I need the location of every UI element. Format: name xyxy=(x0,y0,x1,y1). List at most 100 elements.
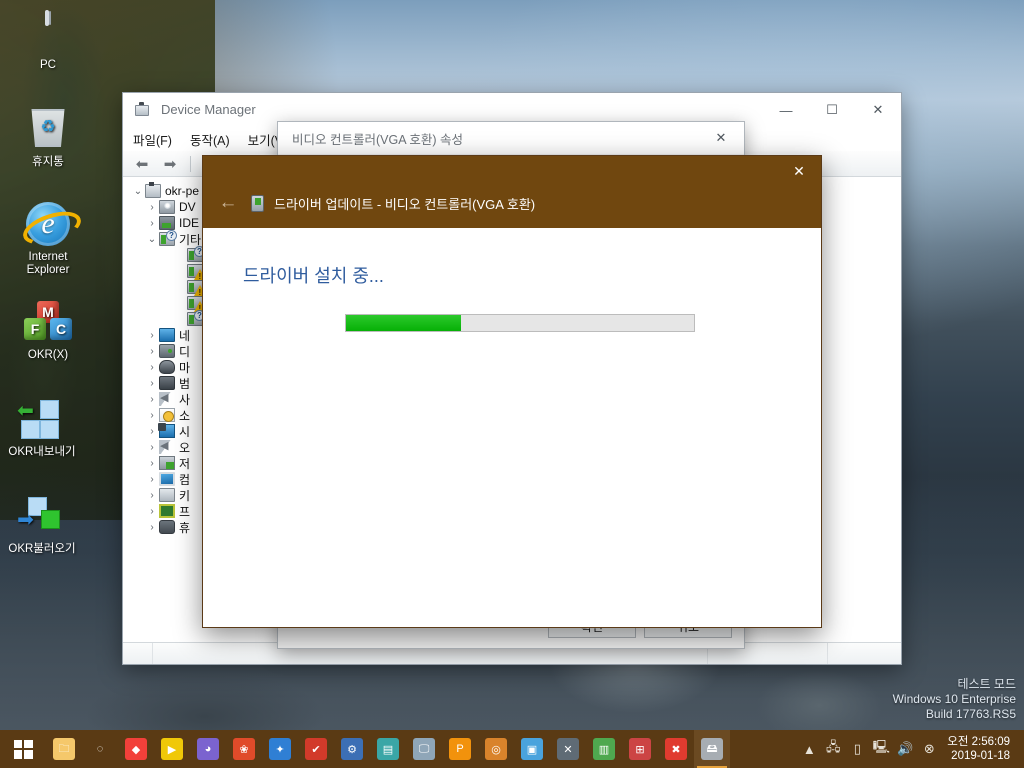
taskbar-item-backup-tool[interactable]: ▣ xyxy=(514,730,550,768)
taskbar-item-potplayer[interactable]: ▶ xyxy=(154,730,190,768)
toolbar-separator xyxy=(190,155,191,172)
chevron-right-icon[interactable]: › xyxy=(145,394,159,405)
minimize-button[interactable]: — xyxy=(763,93,809,127)
chevron-right-icon[interactable]: › xyxy=(145,346,159,357)
taskbar-item-device-manager[interactable]: 🖴 xyxy=(694,730,730,768)
chevron-right-icon[interactable]: › xyxy=(145,458,159,469)
chevron-right-icon[interactable]: › xyxy=(145,426,159,437)
chevron-down-icon[interactable]: ⌄ xyxy=(145,234,159,245)
wizard-content: 드라이버 설치 중... xyxy=(203,228,821,627)
network-icon[interactable]: 🖧 xyxy=(821,730,845,768)
wizard-heading: 드라이버 설치 중... xyxy=(243,266,384,286)
chevron-right-icon[interactable]: › xyxy=(145,378,159,389)
taskbar-item-partition-tool[interactable]: P xyxy=(442,730,478,768)
volume-icon[interactable]: 🔊 xyxy=(893,730,917,768)
chevron-right-icon[interactable]: › xyxy=(145,362,159,373)
desktop-icon-okr-export[interactable]: ⬅ OKR내보내기 xyxy=(0,395,84,459)
chevron-down-icon[interactable]: ⌄ xyxy=(131,186,145,197)
taskbar-item-cortana[interactable]: ◌ xyxy=(82,730,118,768)
chevron-right-icon[interactable]: › xyxy=(145,506,159,517)
taskbar-item-cd-tool[interactable]: ◎ xyxy=(478,730,514,768)
hid-icon xyxy=(159,520,175,534)
status-segment xyxy=(828,643,901,664)
taskbar-item-settings-tool[interactable]: ✕ xyxy=(550,730,586,768)
taskbar-item-script-tool[interactable]: ▥ xyxy=(586,730,622,768)
taskbar-item-acronis[interactable]: ✔ xyxy=(298,730,334,768)
close-button[interactable]: ✕ xyxy=(855,93,901,127)
chevron-right-icon[interactable]: › xyxy=(145,218,159,229)
mouse-icon xyxy=(159,360,175,374)
taskbar-item-notepad-tool[interactable]: ▤ xyxy=(370,730,406,768)
desktop-icon-okr-import[interactable]: ➡ OKR불러오기 xyxy=(0,492,84,556)
driver-update-wizard: ✕ ← 드라이버 업데이트 - 비디오 컨트롤러(VGA 호환) 드라이버 설치… xyxy=(202,155,822,628)
chevron-right-icon[interactable]: › xyxy=(145,522,159,533)
everything-icon: ◆ xyxy=(125,738,147,760)
forward-button[interactable]: ➡ xyxy=(159,154,181,174)
desktop-icon-internet-explorer[interactable]: Internet Explorer xyxy=(6,200,90,277)
window-title: Device Manager xyxy=(161,102,256,117)
taskbar-item-close-tool[interactable]: ✖ xyxy=(658,730,694,768)
taskbar-item-monitor-tool[interactable]: 🖵 xyxy=(406,730,442,768)
question-badge-icon: ? xyxy=(166,230,177,241)
properties-dialog-title: 비디오 컨트롤러(VGA 호환) 속성 xyxy=(292,132,463,147)
tree-node-label: 사 xyxy=(179,392,191,407)
taskbar-item-file-explorer[interactable]: 🗀 xyxy=(46,730,82,768)
device-icon xyxy=(251,194,264,212)
desktop-icon-pc[interactable]: PC xyxy=(6,8,90,72)
start-button[interactable] xyxy=(0,730,46,768)
back-button[interactable]: ⬅ xyxy=(131,154,153,174)
dev-icon xyxy=(187,264,206,281)
taskbar-item-ghost-explorer[interactable]: ✦ xyxy=(262,730,298,768)
taskbar-item-everything[interactable]: ◆ xyxy=(118,730,154,768)
ide-icon xyxy=(159,216,175,230)
chevron-right-icon[interactable]: › xyxy=(145,410,159,421)
potplayer-icon: ▶ xyxy=(161,738,183,760)
menu-action[interactable]: 동작(A) xyxy=(190,130,230,149)
menu-file[interactable]: 파일(F) xyxy=(133,130,172,149)
wizard-close-button[interactable]: ✕ xyxy=(777,156,821,186)
properties-close-button[interactable]: ✕ xyxy=(698,122,744,154)
taskbar-item-windows-tool[interactable]: ⊞ xyxy=(622,730,658,768)
chevron-right-icon[interactable]: › xyxy=(145,490,159,501)
windows-logo-icon xyxy=(13,739,33,759)
tree-node-label: IDE xyxy=(179,216,200,230)
desktop-icon-okr-x[interactable]: MFC OKR(X) xyxy=(6,298,90,362)
monitor-tool-icon: 🖵 xyxy=(413,738,435,760)
clock[interactable]: 오전 2:56:09 2019-01-18 xyxy=(943,735,1018,763)
action-icon[interactable]: ⊗ xyxy=(917,730,941,768)
cd-tool-icon: ◎ xyxy=(485,738,507,760)
properties-titlebar[interactable]: 비디오 컨트롤러(VGA 호환) 속성 ✕ xyxy=(278,122,744,154)
tree-node-label: okr-pe xyxy=(165,184,200,198)
pc-icon xyxy=(6,8,90,56)
taskbar-item-driver-tool[interactable]: ⚙ xyxy=(334,730,370,768)
display-icon[interactable]: 🖳 xyxy=(869,730,893,768)
clock-date: 2019-01-18 xyxy=(951,750,1010,762)
chevron-right-icon[interactable]: › xyxy=(145,202,159,213)
tray-icons: ▲ 🖧 ▯ 🖳 🔊 ⊗ xyxy=(797,730,941,768)
usb-icon[interactable]: ▯ xyxy=(845,730,869,768)
dev-icon xyxy=(187,296,206,313)
chevron-right-icon[interactable]: › xyxy=(145,442,159,453)
monitor-icon xyxy=(159,472,175,486)
ahnlab-icon[interactable]: ▲ xyxy=(797,730,821,768)
chevron-right-icon[interactable]: › xyxy=(145,330,159,341)
desktop-icon-label: OKR불러오기 xyxy=(8,543,76,555)
tree-node-label: 키 xyxy=(179,488,191,503)
window-controls: — ☐ ✕ xyxy=(763,93,901,127)
chevron-right-icon[interactable]: › xyxy=(145,474,159,485)
notepad-tool-icon: ▤ xyxy=(377,738,399,760)
script-tool-icon: ▥ xyxy=(593,738,615,760)
desktop-icon-recycle-bin[interactable]: ♻ 휴지통 xyxy=(6,105,90,169)
taskbar-item-photo-tool[interactable]: ❀ xyxy=(226,730,262,768)
back-arrow-icon[interactable]: ← xyxy=(215,190,241,216)
watermark-line-2: Windows 10 Enterprise xyxy=(892,692,1016,706)
device-manager-icon xyxy=(135,101,153,118)
okr-cubes-icon: MFC xyxy=(6,298,90,346)
maximize-button[interactable]: ☐ xyxy=(809,93,855,127)
dev-icon: ? xyxy=(187,246,205,262)
sound-icon xyxy=(159,439,175,454)
acronis-icon: ✔ xyxy=(305,738,327,760)
cpu-icon xyxy=(159,504,175,518)
taskbar-item-disk-tool[interactable]: ◕ xyxy=(190,730,226,768)
cortana-icon: ◌ xyxy=(96,743,104,755)
